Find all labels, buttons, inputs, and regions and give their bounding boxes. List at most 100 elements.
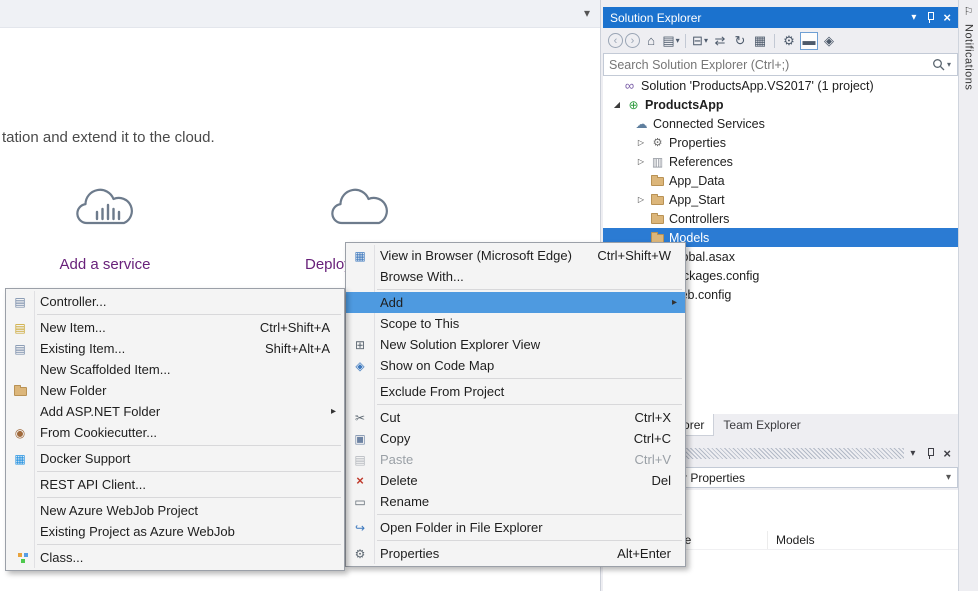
menu-item-copy[interactable]: ▣ Copy Ctrl+C: [346, 428, 685, 449]
folder-icon: [651, 215, 664, 224]
expand-arrow-icon[interactable]: ▷: [633, 138, 649, 147]
toolbar-separator: [774, 34, 775, 48]
rename-icon: ▭: [346, 495, 374, 509]
controller-icon: ▤: [6, 295, 34, 309]
home-button[interactable]: ⌂: [642, 32, 660, 50]
tree-item-connected-services[interactable]: ☁ Connected Services: [603, 114, 958, 133]
view-in-browser-icon: ▦: [346, 249, 374, 263]
menu-item-new-item[interactable]: ▤ New Item... Ctrl+Shift+A: [6, 317, 344, 338]
menu-separator: [37, 497, 341, 498]
window-menu-icon[interactable]: ▾: [911, 12, 916, 23]
menu-separator: [37, 445, 341, 446]
solution-explorer-titlebar: Solution Explorer ▾ ×: [603, 7, 958, 28]
add-service-link[interactable]: Add a service: [30, 256, 180, 273]
deploy-cloud-icon[interactable]: [327, 183, 393, 240]
chevron-down-icon[interactable]: ▾: [584, 6, 590, 20]
menu-separator: [377, 404, 682, 405]
chevron-down-icon: ▾: [704, 36, 708, 45]
chevron-down-icon[interactable]: ▾: [940, 472, 957, 483]
solution-explorer-toolbar: ‹ › ⌂ ▤ ▾ ⊟ ▾ ⇄ ↻ ▦ ⚙ ▬ ◈: [603, 28, 958, 53]
pin-icon[interactable]: [925, 447, 935, 460]
back-button[interactable]: ‹: [608, 33, 623, 48]
menu-item-add-aspnet-folder[interactable]: Add ASP.NET Folder ▸: [6, 401, 344, 422]
wrench-icon: ⚙: [649, 136, 666, 149]
menu-item-show-on-code-map[interactable]: ◈ Show on Code Map: [346, 355, 685, 376]
menu-item-existing-project-as-azure-webjob[interactable]: Existing Project as Azure WebJob: [6, 521, 344, 542]
expand-arrow-icon[interactable]: ▷: [633, 157, 649, 166]
switch-views-button[interactable]: ▤ ▾: [662, 32, 680, 50]
menu-item-new-folder[interactable]: New Folder: [6, 380, 344, 401]
forward-button[interactable]: ›: [625, 33, 640, 48]
editor-toolbar: ▾: [0, 0, 600, 28]
code-map-button[interactable]: ◈: [820, 32, 838, 50]
close-icon[interactable]: ×: [943, 10, 951, 25]
add-service-cloud-icon[interactable]: [72, 183, 138, 240]
menu-item-open-folder-in-file-explorer[interactable]: ↪ Open Folder in File Explorer: [346, 517, 685, 538]
delete-icon: ×: [346, 473, 374, 488]
sync-with-active-document-button[interactable]: ⇄: [711, 32, 729, 50]
menu-separator: [377, 540, 682, 541]
menu-item-docker-support[interactable]: ▦ Docker Support: [6, 448, 344, 469]
add-submenu: ▤ Controller... ▤ New Item... Ctrl+Shift…: [5, 288, 345, 571]
menu-item-view-in-browser[interactable]: ▦ View in Browser (Microsoft Edge) Ctrl+…: [346, 245, 685, 266]
menu-item-scope-to-this[interactable]: Scope to This: [346, 313, 685, 334]
solution-icon: ∞: [621, 78, 638, 93]
show-all-files-button[interactable]: ▦: [751, 32, 769, 50]
tree-item-productsapp[interactable]: ◢ ⊕ ProductsApp: [603, 95, 958, 114]
collapse-all-button[interactable]: ⊟ ▾: [691, 32, 709, 50]
menu-item-controller[interactable]: ▤ Controller...: [6, 291, 344, 312]
menu-item-delete[interactable]: × Delete Del: [346, 470, 685, 491]
menu-item-rest-api-client[interactable]: REST API Client...: [6, 474, 344, 495]
menu-separator: [37, 314, 341, 315]
menu-item-new-solution-explorer-view[interactable]: ⊞ New Solution Explorer View: [346, 334, 685, 355]
readme-intro-text: tation and extend it to the cloud.: [2, 129, 215, 146]
open-folder-icon: ↪: [346, 521, 374, 535]
close-icon[interactable]: ×: [943, 446, 951, 461]
tree-item-references[interactable]: ▷ ▥ References: [603, 152, 958, 171]
menu-separator: [37, 544, 341, 545]
tree-item-solution[interactable]: ∞ Solution 'ProductsApp.VS2017' (1 proje…: [603, 76, 958, 95]
pin-icon[interactable]: [925, 11, 935, 24]
window-menu-icon[interactable]: ▾: [910, 448, 915, 459]
cut-icon: ✂: [346, 411, 374, 425]
project-icon: ⊕: [625, 98, 642, 112]
menu-item-from-cookiecutter[interactable]: ◉ From Cookiecutter...: [6, 422, 344, 443]
menu-item-exclude-from-project[interactable]: Exclude From Project: [346, 381, 685, 402]
menu-item-add[interactable]: Add ▸: [346, 292, 685, 313]
menu-item-properties[interactable]: ⚙ Properties Alt+Enter: [346, 543, 685, 564]
copy-icon: ▣: [346, 432, 374, 446]
expand-arrow-icon[interactable]: ▷: [633, 195, 649, 204]
expand-arrow-icon[interactable]: ◢: [609, 100, 625, 109]
search-box: ▾: [603, 53, 958, 76]
notifications-strip[interactable]: ⚐ Notifications: [958, 0, 978, 591]
submenu-arrow-icon: ▸: [331, 406, 338, 417]
refresh-button[interactable]: ↻: [731, 32, 749, 50]
tab-team-explorer[interactable]: Team Explorer: [714, 414, 809, 436]
menu-item-cut[interactable]: ✂ Cut Ctrl+X: [346, 407, 685, 428]
context-menu: ▦ View in Browser (Microsoft Edge) Ctrl+…: [345, 242, 686, 567]
preview-selected-items-button[interactable]: ▬: [800, 32, 818, 50]
tree-item-app-start[interactable]: ▷ App_Start: [603, 190, 958, 209]
folder-icon: [651, 196, 664, 205]
search-input[interactable]: [604, 58, 932, 72]
existing-item-icon: ▤: [6, 342, 34, 356]
search-icon[interactable]: ▾: [932, 58, 957, 71]
menu-item-class[interactable]: Class...: [6, 547, 344, 568]
panel-title: Solution Explorer: [610, 11, 911, 25]
menu-item-existing-item[interactable]: ▤ Existing Item... Shift+Alt+A: [6, 338, 344, 359]
menu-item-new-azure-webjob-project[interactable]: New Azure WebJob Project: [6, 500, 344, 521]
tree-item-controllers[interactable]: Controllers: [603, 209, 958, 228]
chevron-down-icon: ▾: [676, 36, 680, 45]
menu-item-rename[interactable]: ▭ Rename: [346, 491, 685, 512]
tree-item-app-data[interactable]: App_Data: [603, 171, 958, 190]
collapse-all-icon: ⊟: [692, 33, 703, 49]
toolbar-separator: [685, 34, 686, 48]
property-value[interactable]: Models: [767, 531, 958, 549]
folder-icon: [651, 177, 664, 186]
class-icon: [18, 553, 22, 557]
menu-item-browse-with[interactable]: Browse With...: [346, 266, 685, 287]
menu-item-new-scaffolded-item[interactable]: New Scaffolded Item...: [6, 359, 344, 380]
tree-item-properties[interactable]: ▷ ⚙ Properties: [603, 133, 958, 152]
properties-button[interactable]: ⚙: [780, 32, 798, 50]
menu-item-paste: ▤ Paste Ctrl+V: [346, 449, 685, 470]
